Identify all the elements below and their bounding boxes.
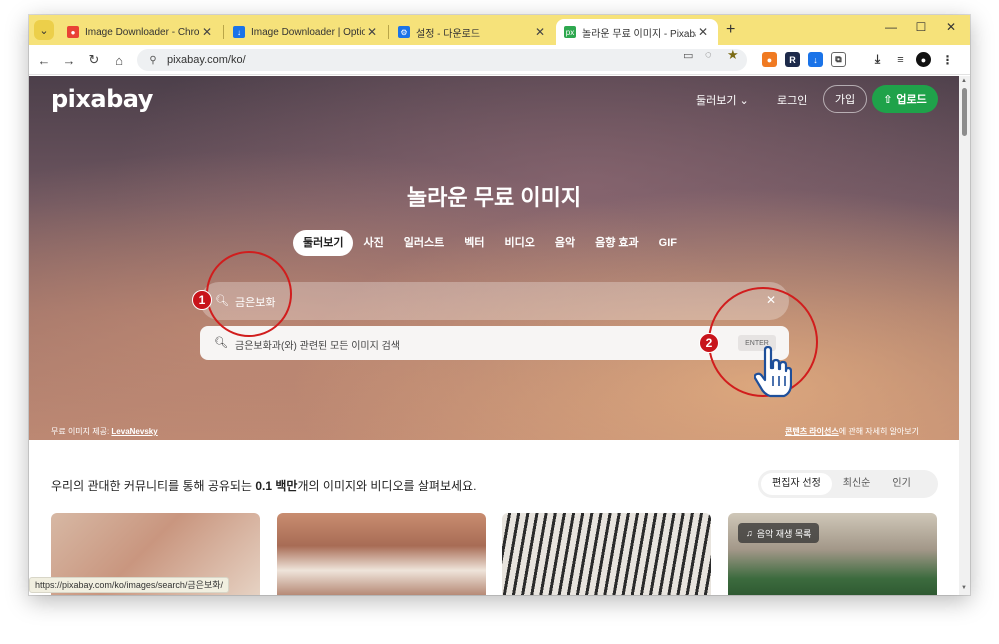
address-bar[interactable]: ⚲ pixabay.com/ko/ <box>137 49 747 71</box>
tab-image-downloader-options[interactable]: ↓ Image Downloader | Options ✕ <box>225 19 387 45</box>
category-tabs: 둘러보기 사진 일러스트 벡터 비디오 음악 음향 효과 GIF <box>293 230 687 256</box>
tab-pixabay[interactable]: px 놀라운 무료 이미지 - Pixabay ✕ <box>556 19 718 45</box>
scrollbar[interactable]: ▲ ▼ <box>959 76 970 595</box>
image-credit: 무료 이미지 제공: LevaNevsky <box>51 427 158 436</box>
close-tab-icon[interactable]: ✕ <box>200 25 214 39</box>
tab-vectors[interactable]: 벡터 <box>454 230 494 256</box>
tab-photos[interactable]: 사진 <box>353 230 393 256</box>
avatar[interactable]: ● <box>916 52 931 67</box>
more-menu-icon[interactable]: ⋮ <box>940 52 955 67</box>
browser-window: ⌄ ● Image Downloader - Chrome ✕ ↓ Image … <box>29 15 970 595</box>
image-thumbnail[interactable] <box>277 513 486 595</box>
sort-tabs: 편집자 선정 최신순 인기 <box>758 470 938 498</box>
chrome-favicon-icon: ● <box>67 26 79 38</box>
scroll-down-icon[interactable]: ▼ <box>961 585 967 591</box>
minimize-icon[interactable]: — <box>876 20 906 34</box>
nav-login[interactable]: 로그인 <box>777 92 807 108</box>
hero-title: 놀라운 무료 이미지 <box>406 185 582 210</box>
forward-icon[interactable]: → <box>60 51 78 69</box>
reload-icon[interactable]: ↻ <box>85 51 103 69</box>
tab-sound-effects[interactable]: 음향 효과 <box>585 230 649 256</box>
browser-toolbar: ← → ↻ ⌂ ⚲ pixabay.com/ko/ ▭ ◌ ★ ● R ↓ ⧉ … <box>29 45 970 75</box>
image-thumbnail[interactable]: ♫ 음악 재생 목록 <box>728 513 937 595</box>
playlist-badge: ♫ 음악 재생 목록 <box>738 523 820 543</box>
image-thumbnail[interactable] <box>502 513 711 595</box>
download-extension-icon[interactable]: ↓ <box>808 52 823 67</box>
playlist-icon[interactable]: ≡ <box>893 52 908 67</box>
bookmark-star-icon[interactable]: ★ <box>727 47 739 63</box>
status-url: https://pixabay.com/ko/images/search/금은보… <box>29 577 230 593</box>
tab-search-button[interactable]: ⌄ <box>34 20 54 40</box>
maximize-icon[interactable]: ☐ <box>906 20 936 34</box>
site-info-icon[interactable]: ⚲ <box>143 55 163 66</box>
license-link[interactable]: 콘텐츠 라이선스 <box>785 427 839 436</box>
new-tab-button[interactable]: + <box>726 21 735 39</box>
music-note-icon: ♫ <box>746 528 753 538</box>
tab-gif[interactable]: GIF <box>649 230 687 256</box>
upload-button[interactable]: ⇧ 업로드 <box>872 85 938 113</box>
scroll-up-icon[interactable]: ▲ <box>961 78 967 84</box>
annotation-badge-2: 2 <box>699 333 719 353</box>
sort-popular[interactable]: 인기 <box>881 473 921 495</box>
pixabay-favicon-icon: px <box>564 26 576 38</box>
annotation-circle-1 <box>206 251 292 337</box>
community-text: 우리의 관대한 커뮤니티를 통해 공유되는 0.1 백만개의 이미지와 비디오를… <box>51 479 477 493</box>
nav-explore[interactable]: 둘러보기 ⌄ <box>696 92 749 108</box>
suggestion-text: 금은보화과(와) 관련된 모든 이미지 검색 <box>235 341 400 352</box>
tab-explore[interactable]: 둘러보기 <box>293 230 354 256</box>
pixabay-logo[interactable]: pixabay <box>51 85 153 113</box>
tab-videos[interactable]: 비디오 <box>494 230 544 256</box>
tab-music[interactable]: 음악 <box>545 230 585 256</box>
downloads-icon[interactable]: ⤓ <box>870 52 885 67</box>
close-tab-icon[interactable]: ✕ <box>696 25 710 39</box>
content-section: 우리의 관대한 커뮤니티를 통해 공유되는 0.1 백만개의 이미지와 비디오를… <box>29 440 959 595</box>
tab-illustrations[interactable]: 일러스트 <box>394 230 454 256</box>
upload-icon: ⇧ <box>883 93 893 106</box>
home-icon[interactable]: ⌂ <box>110 51 128 69</box>
chevron-down-icon: ⌄ <box>739 95 749 107</box>
close-tab-icon[interactable]: ✕ <box>365 25 379 39</box>
eye-off-icon[interactable]: ◌ <box>705 49 712 61</box>
page-viewport: pixabay 둘러보기 ⌄ 로그인 가입 ⇧ 업로드 놀라운 무료 이미지 둘러… <box>29 76 959 595</box>
close-tab-icon[interactable]: ✕ <box>533 25 547 39</box>
sort-editors-choice[interactable]: 편집자 선정 <box>761 473 832 495</box>
sort-latest[interactable]: 최신순 <box>832 473 882 495</box>
close-window-icon[interactable]: ✕ <box>936 20 966 34</box>
back-icon[interactable]: ← <box>35 51 53 69</box>
annotation-badge-1: 1 <box>192 290 212 310</box>
extensions-puzzle-icon[interactable]: ⧉ <box>831 52 846 67</box>
hero-section: pixabay 둘러보기 ⌄ 로그인 가입 ⇧ 업로드 놀라운 무료 이미지 둘러… <box>29 76 959 440</box>
extension-icon[interactable]: ● <box>762 52 777 67</box>
credit-author-link[interactable]: LevaNevsky <box>111 427 157 436</box>
gear-icon: ⚙ <box>398 26 410 38</box>
tab-settings-download[interactable]: ⚙ 설정 - 다운로드 ✕ <box>390 19 555 45</box>
cast-icon[interactable]: ▭ <box>683 49 693 62</box>
join-button[interactable]: 가입 <box>823 85 867 113</box>
scroll-thumb[interactable] <box>962 88 967 136</box>
extension-r-icon[interactable]: R <box>785 52 800 67</box>
download-favicon-icon: ↓ <box>233 26 245 38</box>
license-info: 콘텐츠 라이선스에 관해 자세히 알아보기 <box>785 427 920 436</box>
tab-strip: ⌄ ● Image Downloader - Chrome ✕ ↓ Image … <box>29 15 970 45</box>
search-icon: 🔍︎ <box>214 337 228 349</box>
pointer-hand-icon <box>754 346 792 398</box>
tab-image-downloader-chrome[interactable]: ● Image Downloader - Chrome ✕ <box>59 19 222 45</box>
